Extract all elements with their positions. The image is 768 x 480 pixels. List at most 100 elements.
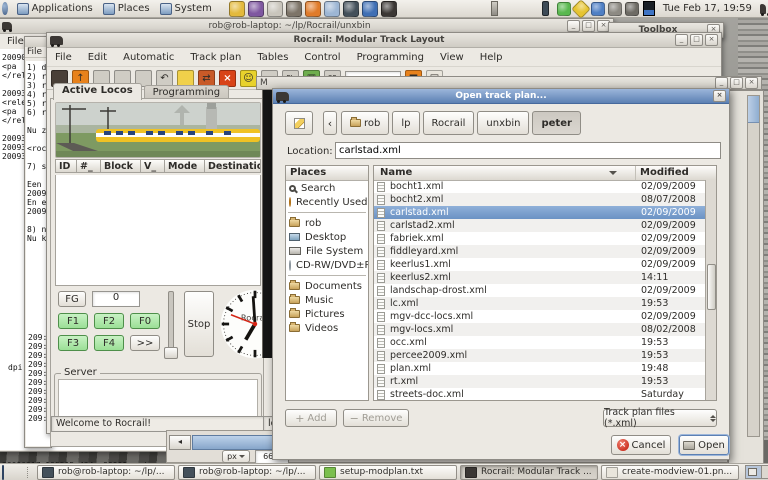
updates-icon[interactable] (557, 2, 571, 16)
rocrail-menu-file[interactable]: File (53, 52, 74, 63)
files-scrollbar[interactable] (705, 180, 716, 400)
tool-launcher-icon[interactable] (491, 1, 498, 16)
workspace-switcher[interactable] (745, 465, 768, 479)
file-row[interactable]: plan.xml19:48 (374, 362, 706, 375)
train-launcher-icon[interactable] (381, 1, 397, 17)
taskbar-item-image[interactable]: create-modview-01.pn... (601, 465, 739, 480)
loco-column-v[interactable]: V_ (141, 159, 165, 173)
bluetooth-icon[interactable] (591, 2, 605, 16)
terminal-launcher-icon[interactable] (542, 1, 550, 16)
files-launcher-icon[interactable] (324, 1, 340, 17)
file-row[interactable]: carlstad.xml02/09/2009 (374, 206, 706, 219)
places-header[interactable]: Places (286, 166, 368, 181)
panel-clock[interactable]: Tue Feb 17, 19:59 (659, 3, 756, 14)
place-desktop[interactable]: Desktop (286, 230, 368, 244)
menu-system[interactable]: System (155, 3, 217, 15)
file-row[interactable]: bocht1.xml02/09/2009 (374, 180, 706, 193)
loco-column-block[interactable]: Block (101, 159, 141, 173)
file-row[interactable]: percee2009.xml19:53 (374, 349, 706, 362)
taskbar-item-terminal[interactable]: rob@rob-laptop: ~/lp/... (178, 465, 316, 480)
f2-button[interactable]: F2 (94, 313, 124, 329)
loco-column-destination[interactable]: Destination (205, 159, 261, 173)
media-player-launcher-icon[interactable] (362, 1, 378, 17)
loco-column-mode[interactable]: Mode (165, 159, 205, 173)
maximize-button[interactable]: □ (690, 34, 703, 46)
rocrail-menu-help[interactable]: Help (478, 52, 505, 63)
taskbar-item-terminal[interactable]: rob@rob-laptop: ~/lp/... (37, 465, 175, 480)
loco-list[interactable] (55, 175, 261, 286)
f3-button[interactable]: F3 (58, 335, 88, 351)
minimize-button[interactable]: _ (567, 20, 580, 32)
file-row[interactable]: keerlus2.xml14:11 (374, 271, 706, 284)
scroll-left-arrow[interactable]: ◂ (169, 435, 191, 450)
place-file-system[interactable]: File System (286, 244, 368, 258)
place-cd-rw-dvd-rw-drive[interactable]: CD-RW/DVD±RW Drive (286, 258, 368, 272)
rocrail-menu-edit[interactable]: Edit (86, 52, 109, 63)
warning-icon[interactable] (571, 0, 591, 18)
path-button-lp[interactable]: lp (392, 111, 419, 135)
close-button[interactable]: × (705, 34, 718, 46)
dialog-titlebar[interactable]: Open track plan... × (273, 89, 729, 104)
notes-launcher-icon[interactable] (267, 1, 283, 17)
file-row[interactable]: lc.xml19:53 (374, 297, 706, 310)
pidgin-launcher-icon[interactable] (248, 1, 264, 17)
file-row[interactable]: bocht2.xml08/07/2008 (374, 193, 706, 206)
speed-slider-handle[interactable] (164, 347, 178, 359)
loco-column-[interactable]: #_ (77, 159, 101, 173)
stop-button[interactable]: Stop (184, 291, 214, 357)
place-documents[interactable]: Documents (286, 279, 368, 293)
show-desktop-button[interactable] (2, 465, 4, 480)
fg-button[interactable]: FG (58, 291, 86, 307)
rocrail-menu-control[interactable]: Control (302, 52, 342, 63)
file-row[interactable]: fiddleyard.xml02/09/2009 (374, 245, 706, 258)
tab-active-locos[interactable]: Active Locos (53, 83, 142, 100)
workspace-1[interactable] (746, 466, 762, 478)
type-filename-toggle[interactable] (285, 111, 313, 135)
add-button[interactable]: +Add (285, 409, 337, 427)
minimize-button[interactable]: _ (675, 34, 688, 46)
train-tray-icon[interactable] (760, 4, 766, 14)
path-button-unxbin[interactable]: unxbin (477, 111, 529, 135)
file-row[interactable]: mgv-locs.xml08/02/2008 (374, 323, 706, 336)
firefox-launcher-icon[interactable] (305, 1, 321, 17)
gimp-launcher-icon[interactable] (286, 1, 302, 17)
plan-vertical-scrollbar[interactable] (747, 95, 760, 437)
menu-applications[interactable]: Applications (12, 3, 98, 15)
rocrail-menu-automatic[interactable]: Automatic (121, 52, 176, 63)
file-row[interactable]: landschap-drost.xml02/09/2009 (374, 284, 706, 297)
place-pictures[interactable]: Pictures (286, 307, 368, 321)
location-input[interactable] (335, 142, 721, 159)
place-music[interactable]: Music (286, 293, 368, 307)
file-type-filter[interactable]: Track plan files (*.xml) (603, 409, 717, 427)
taskbar-item-text-file[interactable]: setup-modplan.txt (319, 465, 457, 480)
close-button[interactable]: × (745, 77, 758, 89)
terminal-menu-file[interactable]: File (5, 36, 26, 47)
taskbar-item-train[interactable]: Rocrail: Modular Track ... (460, 465, 598, 480)
more-functions-button[interactable]: >> (130, 335, 160, 351)
path-button-rob[interactable]: rob (341, 111, 389, 135)
column-header-name[interactable]: Name (374, 166, 636, 180)
path-button-rocrail[interactable]: Rocrail (423, 111, 475, 135)
close-icon[interactable]: × (713, 90, 726, 102)
file-row[interactable]: carlstad2.xml02/09/2009 (374, 219, 706, 232)
maximize-button[interactable]: □ (730, 77, 743, 89)
rocrail-menu-tables[interactable]: Tables (255, 52, 290, 63)
network-icon[interactable] (608, 2, 622, 16)
maximize-button[interactable]: □ (582, 20, 595, 32)
file-row[interactable]: keerlus1.xml02/09/2009 (374, 258, 706, 271)
scrollbar-thumb[interactable] (707, 264, 716, 310)
place-rob[interactable]: rob (286, 216, 368, 230)
menu-places[interactable]: Places (98, 3, 155, 15)
file-row[interactable]: rt.xml19:53 (374, 375, 706, 388)
column-header-modified[interactable]: Modified (636, 166, 716, 180)
browser-launcher-icon[interactable] (229, 1, 245, 17)
remove-button[interactable]: −Remove (343, 409, 409, 427)
cancel-button[interactable]: Cancel (611, 435, 671, 455)
f0-button[interactable]: F0 (130, 313, 160, 329)
place-videos[interactable]: Videos (286, 321, 368, 335)
file-row[interactable]: fabriek.xml02/09/2009 (374, 232, 706, 245)
rocrail-menu-programming[interactable]: Programming (355, 52, 426, 63)
rocrail-titlebar[interactable]: Rocrail: Modular Track Layout _□× (47, 33, 721, 48)
place-search[interactable]: Search (286, 181, 368, 195)
open-button[interactable]: Open (679, 435, 729, 455)
